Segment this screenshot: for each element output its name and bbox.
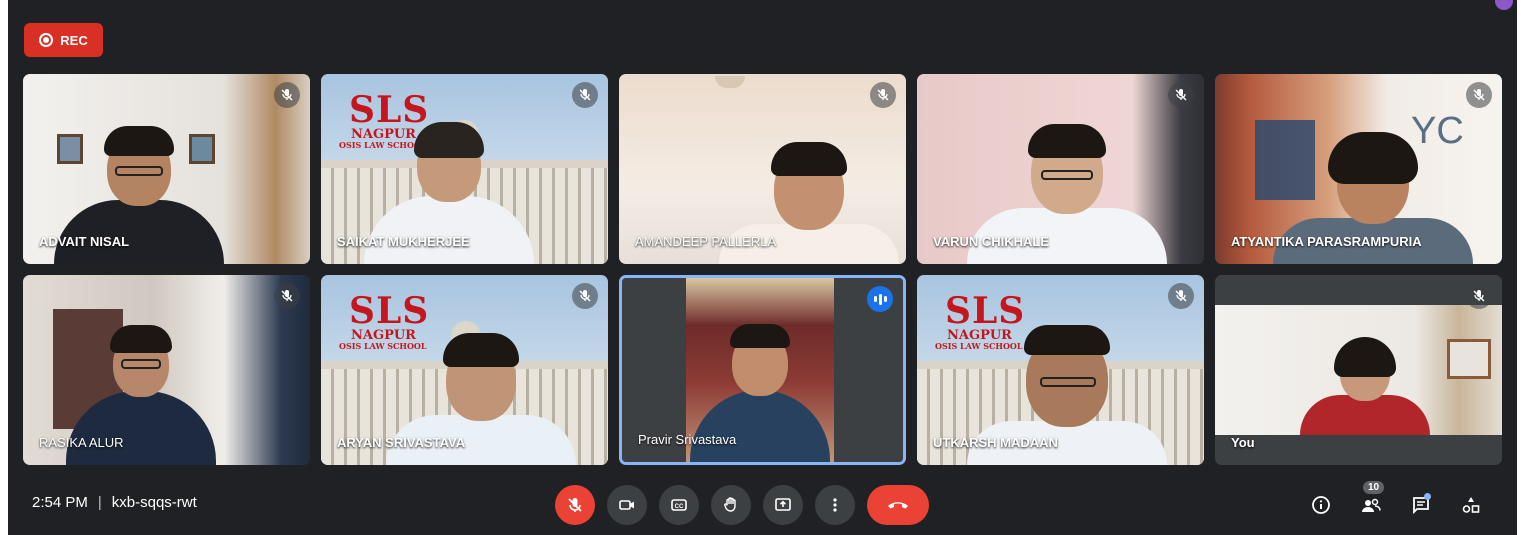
more-options-button[interactable] [815,485,855,525]
more-options-icon [833,498,837,512]
meeting-time: 2:54 PM [32,494,88,511]
participant-name: ADVAIT NISAL [39,234,130,249]
participant-name: You [1231,435,1255,450]
meet-window: REC ADVAIT NISAL SLS NAGPUR OSIS LAW SCH… [8,0,1517,535]
mic-off-icon [274,82,300,108]
people-button[interactable]: 10 [1351,481,1391,525]
mic-off-icon [572,82,598,108]
present-icon [775,498,791,511]
mic-off-icon [568,498,582,512]
participant-name: VARUN CHIKHALE [933,234,1050,249]
chat-button[interactable] [1401,485,1441,525]
side-tools: 10 [1301,481,1491,525]
participant-grid: ADVAIT NISAL SLS NAGPUR OSIS LAW SCHOOL … [23,74,1503,466]
participant-name: AMANDEEP PALLERLA [635,234,777,249]
raise-hand-button[interactable] [711,485,751,525]
record-icon [39,33,54,47]
mic-off-icon [572,283,598,309]
speaking-icon [867,286,893,312]
captions-button[interactable]: CC [659,485,699,525]
recording-indicator[interactable]: REC [24,23,103,57]
bottom-toolbar: 2:54 PM | kxb-sqqs-rwt CC 10 [8,466,1517,535]
participant-tile[interactable]: SLS NAGPUR OSIS LAW SCHOOL SAIKAT MUKHER… [321,74,608,264]
participant-tile[interactable]: SLS NAGPUR OSIS LAW SCHOOL UTKARSH MADAA… [917,275,1204,465]
camera-toggle-button[interactable] [607,485,647,525]
call-controls: CC [555,485,929,525]
participant-tile-self[interactable]: You [1215,275,1502,465]
participant-tile-active-speaker[interactable]: Pravir Srivastava [619,275,906,465]
mic-off-icon [870,82,896,108]
end-call-button[interactable] [867,485,929,525]
participant-name: ATYANTIKA PARASRAMPURIA [1231,234,1422,249]
meeting-info: 2:54 PM | kxb-sqqs-rwt [32,494,197,511]
participant-figure [1300,337,1430,435]
participant-tile[interactable]: VARUN CHIKHALE [917,74,1204,264]
mic-off-icon [1466,283,1492,309]
activities-icon [1462,497,1480,513]
present-button[interactable] [763,485,803,525]
mic-off-icon [1168,82,1194,108]
captions-icon: CC [671,499,687,511]
svg-text:CC: CC [675,504,684,510]
people-icon [1362,498,1381,512]
end-call-icon [888,502,908,509]
participant-tile[interactable]: ADVAIT NISAL [23,74,310,264]
participant-tile[interactable]: YC ATYANTIKA PARASRAMPURIA [1215,74,1502,264]
mic-off-icon [274,283,300,309]
meeting-details-button[interactable] [1301,485,1341,525]
top-strip [8,0,1517,8]
participant-name: RASIKA ALUR [39,435,124,450]
recording-label: REC [60,32,88,48]
mic-off-icon [1466,82,1492,108]
mic-toggle-button[interactable] [555,485,595,525]
meeting-code: kxb-sqqs-rwt [111,494,197,511]
participant-tile[interactable]: SLS NAGPUR OSIS LAW SCHOOL ARYAN SRIVAST… [321,275,608,465]
participant-name: ARYAN SRIVASTAVA [337,435,466,450]
participant-name: UTKARSH MADAAN [933,435,1058,450]
divider: | [97,494,102,511]
participant-name: SAIKAT MUKHERJEE [337,234,470,249]
info-icon [1312,496,1330,514]
participant-tile[interactable]: RASIKA ALUR [23,275,310,465]
participant-name: Pravir Srivastava [638,432,737,447]
participant-tile[interactable]: AMANDEEP PALLERLA [619,74,906,264]
unread-indicator [1424,493,1431,500]
camera-icon [619,500,634,510]
account-avatar[interactable] [1495,0,1513,10]
mic-off-icon [1168,283,1194,309]
activities-button[interactable] [1451,485,1491,525]
people-count-badge: 10 [1363,481,1385,494]
raise-hand-icon [724,497,736,512]
